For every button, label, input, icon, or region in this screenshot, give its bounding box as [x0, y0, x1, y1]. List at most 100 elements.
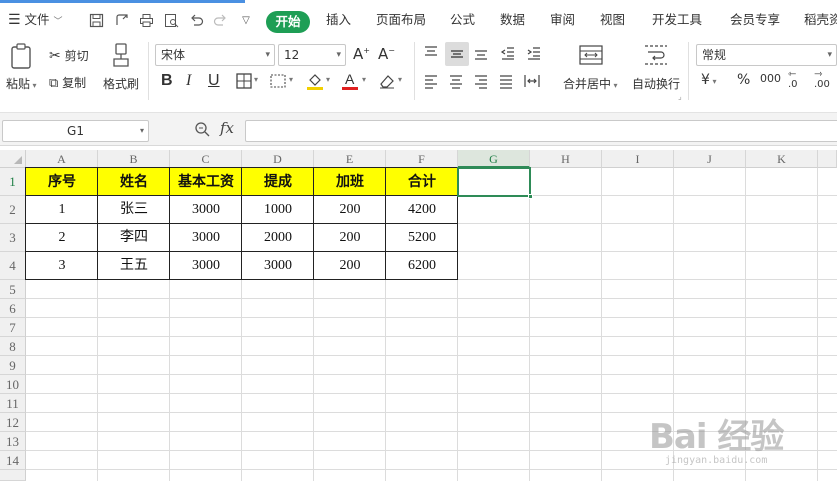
- cell-c2[interactable]: 3000: [170, 196, 242, 224]
- row-header-14[interactable]: 14: [0, 451, 26, 470]
- merge-center-icon[interactable]: [578, 44, 604, 66]
- active-cell-g1[interactable]: [457, 167, 533, 199]
- cell-d3[interactable]: 2000: [242, 224, 314, 252]
- cell-f2[interactable]: 4200: [386, 196, 458, 224]
- decrease-font-icon[interactable]: A−: [378, 45, 395, 63]
- font-color-icon[interactable]: A: [341, 71, 359, 91]
- column-header-g[interactable]: G: [458, 150, 530, 168]
- tab-docer[interactable]: 稻壳资: [804, 5, 837, 35]
- align-left-icon[interactable]: [422, 73, 440, 91]
- thousands-separator-button[interactable]: 000: [760, 72, 781, 85]
- wrap-text-button[interactable]: 自动换行: [632, 75, 680, 92]
- cell-style-icon[interactable]: [270, 73, 286, 89]
- currency-button[interactable]: ¥ ▾: [701, 72, 716, 88]
- row-header-13[interactable]: 13: [0, 432, 26, 451]
- customize-toolbar-icon[interactable]: ▽: [238, 13, 254, 29]
- row-header-9[interactable]: 9: [0, 356, 26, 375]
- align-right-icon[interactable]: [472, 73, 490, 91]
- insert-function-button[interactable]: fx: [220, 119, 234, 137]
- tab-developer[interactable]: 开发工具: [652, 5, 702, 35]
- column-header-d[interactable]: D: [242, 150, 314, 168]
- chevron-down-icon[interactable]: ▾: [289, 75, 293, 84]
- name-box[interactable]: G1 ▾: [2, 120, 149, 142]
- row-header-partial[interactable]: [0, 470, 26, 481]
- cell-e3[interactable]: 200: [314, 224, 386, 252]
- format-painter-button[interactable]: 格式刷: [103, 75, 139, 92]
- decrease-indent-icon[interactable]: [499, 45, 517, 63]
- merge-center-button[interactable]: 合并居中 ▾: [563, 75, 618, 92]
- zoom-search-icon[interactable]: [194, 121, 210, 141]
- column-header-partial[interactable]: [818, 150, 837, 168]
- cell-c4[interactable]: 3000: [170, 252, 242, 280]
- format-painter-icon[interactable]: [108, 42, 134, 70]
- column-header-j[interactable]: J: [674, 150, 746, 168]
- export-icon[interactable]: [113, 13, 129, 29]
- tab-view[interactable]: 视图: [600, 5, 625, 35]
- paste-button[interactable]: 粘贴 ▾: [6, 75, 37, 92]
- paste-icon[interactable]: [8, 42, 34, 70]
- column-header-h[interactable]: H: [530, 150, 602, 168]
- undo-icon[interactable]: [188, 13, 204, 29]
- row-header-2[interactable]: 2: [0, 196, 26, 224]
- number-format-select[interactable]: 常规 ▾: [696, 44, 837, 66]
- cell-b2[interactable]: 张三: [98, 196, 170, 224]
- cell-f4[interactable]: 6200: [386, 252, 458, 280]
- cell-c1[interactable]: 基本工资: [170, 168, 242, 196]
- increase-decimal-button[interactable]: ⇽ .0: [788, 70, 798, 90]
- fill-handle[interactable]: [528, 194, 533, 199]
- italic-button[interactable]: I: [186, 72, 191, 90]
- chevron-down-icon[interactable]: ▾: [398, 75, 402, 84]
- redo-icon[interactable]: [212, 13, 228, 29]
- cut-button[interactable]: ✂ 剪切: [49, 47, 89, 64]
- print-icon[interactable]: [138, 13, 154, 29]
- cell-f1[interactable]: 合计: [386, 168, 458, 196]
- justify-icon[interactable]: [497, 73, 515, 91]
- save-icon[interactable]: [88, 13, 104, 29]
- row-header-6[interactable]: 6: [0, 299, 26, 318]
- row-header-5[interactable]: 5: [0, 280, 26, 299]
- cell-b4[interactable]: 王五: [98, 252, 170, 280]
- tab-insert[interactable]: 插入: [326, 5, 351, 35]
- align-center-icon[interactable]: [447, 73, 465, 91]
- tab-home[interactable]: 开始: [266, 11, 310, 33]
- spreadsheet-grid[interactable]: A B C D E F G H I J K 1 2 3 4 5 6 7 8 9 …: [0, 150, 837, 481]
- cell-a3[interactable]: 2: [26, 224, 98, 252]
- row-header-8[interactable]: 8: [0, 337, 26, 356]
- percent-button[interactable]: %: [737, 72, 750, 88]
- align-middle-button[interactable]: [445, 42, 469, 66]
- cell-b1[interactable]: 姓名: [98, 168, 170, 196]
- cell-a1[interactable]: 序号: [26, 168, 98, 196]
- cell-e2[interactable]: 200: [314, 196, 386, 224]
- underline-button[interactable]: U: [208, 72, 220, 90]
- tab-data[interactable]: 数据: [500, 5, 525, 35]
- bold-button[interactable]: B: [161, 72, 173, 90]
- row-header-12[interactable]: 12: [0, 413, 26, 432]
- cell-d1[interactable]: 提成: [242, 168, 314, 196]
- cell-f3[interactable]: 5200: [386, 224, 458, 252]
- chevron-down-icon[interactable]: ▾: [254, 75, 258, 84]
- font-name-select[interactable]: 宋体 ▾: [155, 44, 275, 66]
- column-header-b[interactable]: B: [98, 150, 170, 168]
- tab-formulas[interactable]: 公式: [450, 5, 475, 35]
- increase-font-icon[interactable]: A+: [353, 45, 370, 63]
- fill-color-icon[interactable]: [306, 71, 324, 91]
- row-header-1[interactable]: 1: [0, 168, 26, 196]
- column-header-k[interactable]: K: [746, 150, 818, 168]
- column-header-e[interactable]: E: [314, 150, 386, 168]
- column-header-c[interactable]: C: [170, 150, 242, 168]
- column-header-a[interactable]: A: [26, 150, 98, 168]
- chevron-down-icon[interactable]: ▾: [362, 75, 366, 84]
- copy-button[interactable]: ⧉ 复制: [49, 74, 86, 91]
- font-size-select[interactable]: 12 ▾: [278, 44, 346, 66]
- distributed-align-icon[interactable]: [522, 73, 542, 91]
- cell-a2[interactable]: 1: [26, 196, 98, 224]
- print-preview-icon[interactable]: [163, 13, 179, 29]
- tab-member[interactable]: 会员专享: [730, 5, 780, 35]
- tab-page-layout[interactable]: 页面布局: [376, 5, 426, 35]
- borders-icon[interactable]: [236, 73, 252, 89]
- decrease-decimal-button[interactable]: ⇾ .00: [814, 70, 830, 90]
- cell-d4[interactable]: 3000: [242, 252, 314, 280]
- tab-review[interactable]: 审阅: [550, 5, 575, 35]
- cell-e1[interactable]: 加班: [314, 168, 386, 196]
- align-top-icon[interactable]: [422, 45, 440, 63]
